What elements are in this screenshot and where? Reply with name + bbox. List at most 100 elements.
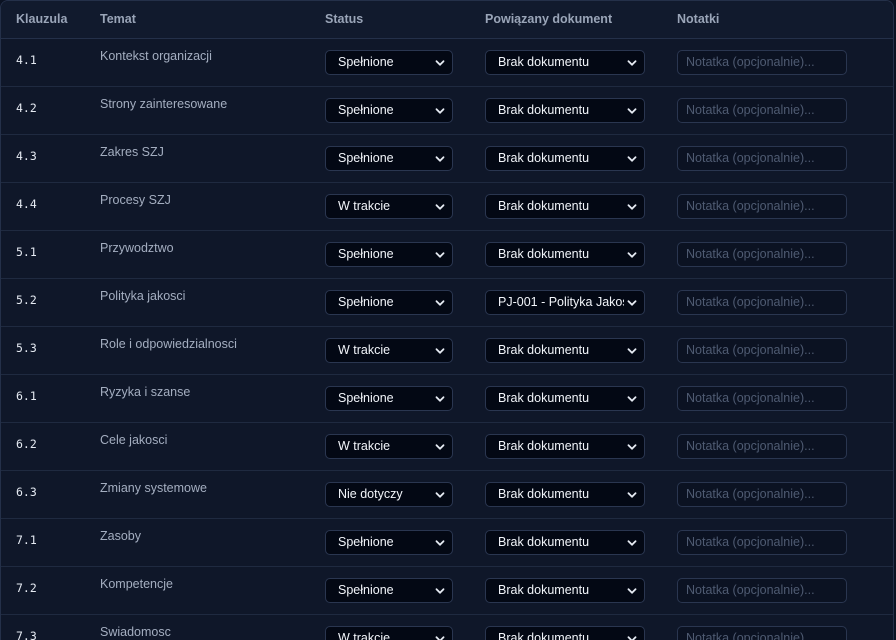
note-placeholder: Notatka (opcjonalnie)...: [686, 583, 815, 597]
table-row: 4.3 Zakres SZJ Spełnione Brak dokumentu Nota…: [1, 135, 893, 183]
table-row: 5.3 Role i odpowiedzialnosci W trakcie Brak…: [1, 327, 893, 375]
header-status: Status: [325, 12, 364, 26]
table-body: 4.1 Kontekst organizacji Spełnione Brak dok…: [1, 39, 893, 640]
note-input[interactable]: Notatka (opcjonalnie)...: [677, 194, 847, 219]
status-value: W trakcie: [338, 439, 391, 453]
document-select[interactable]: Brak dokumentu: [485, 98, 645, 123]
status-select[interactable]: Spełnione: [325, 578, 453, 603]
document-select[interactable]: Brak dokumentu: [485, 146, 645, 171]
chevron-down-icon: [435, 588, 445, 594]
note-input[interactable]: Notatka (opcjonalnie)...: [677, 386, 847, 411]
status-select[interactable]: Spełnione: [325, 98, 453, 123]
status-select[interactable]: W trakcie: [325, 338, 453, 363]
note-placeholder: Notatka (opcjonalnie)...: [686, 391, 815, 405]
document-value: Brak dokumentu: [498, 583, 590, 597]
chevron-down-icon: [435, 540, 445, 546]
clause-number: 6.3: [16, 485, 37, 499]
document-select[interactable]: Brak dokumentu: [485, 386, 645, 411]
note-input[interactable]: Notatka (opcjonalnie)...: [677, 578, 847, 603]
status-select[interactable]: Spełnione: [325, 386, 453, 411]
clause-number: 7.3: [16, 629, 37, 640]
chevron-down-icon: [627, 540, 637, 546]
document-select[interactable]: Brak dokumentu: [485, 434, 645, 459]
status-value: W trakcie: [338, 199, 391, 213]
topic-label: Cele jakosci: [100, 433, 168, 447]
chevron-down-icon: [627, 348, 637, 354]
document-select[interactable]: Brak dokumentu: [485, 530, 645, 555]
chevron-down-icon: [627, 444, 637, 450]
document-select[interactable]: Brak dokumentu: [485, 50, 645, 75]
clause-number: 6.1: [16, 389, 37, 403]
note-placeholder: Notatka (opcjonalnie)...: [686, 103, 815, 117]
document-select[interactable]: Brak dokumentu: [485, 194, 645, 219]
chevron-down-icon: [435, 348, 445, 354]
status-select[interactable]: Spełnione: [325, 530, 453, 555]
document-value: Brak dokumentu: [498, 631, 590, 640]
document-value: Brak dokumentu: [498, 391, 590, 405]
note-placeholder: Notatka (opcjonalnie)...: [686, 151, 815, 165]
topic-label: Zasoby: [100, 529, 141, 543]
chevron-down-icon: [627, 492, 637, 498]
topic-label: Przywodztwo: [100, 241, 174, 255]
status-select[interactable]: Spełnione: [325, 146, 453, 171]
note-input[interactable]: Notatka (opcjonalnie)...: [677, 50, 847, 75]
status-select[interactable]: Spełnione: [325, 50, 453, 75]
document-select[interactable]: Brak dokumentu: [485, 338, 645, 363]
document-select[interactable]: Brak dokumentu: [485, 482, 645, 507]
chevron-down-icon: [435, 636, 445, 640]
header-topic: Temat: [100, 12, 136, 26]
header-document: Powiązany dokument: [485, 12, 613, 26]
note-placeholder: Notatka (opcjonalnie)...: [686, 631, 815, 640]
status-select[interactable]: Nie dotyczy: [325, 482, 453, 507]
status-value: Spełnione: [338, 583, 394, 597]
table-header: Klauzula Temat Status Powiązany dokument…: [1, 1, 893, 39]
note-placeholder: Notatka (opcjonalnie)...: [686, 487, 815, 501]
note-input[interactable]: Notatka (opcjonalnie)...: [677, 482, 847, 507]
status-select[interactable]: W trakcie: [325, 434, 453, 459]
topic-label: Kontekst organizacji: [100, 49, 212, 63]
topic-label: Ryzyka i szanse: [100, 385, 191, 399]
note-placeholder: Notatka (opcjonalnie)...: [686, 439, 815, 453]
topic-label: Kompetencje: [100, 577, 173, 591]
status-select[interactable]: Spełnione: [325, 242, 453, 267]
document-value: Brak dokumentu: [498, 343, 590, 357]
document-select[interactable]: PJ-001 - Polityka Jakości: [485, 290, 645, 315]
compliance-table: Klauzula Temat Status Powiązany dokument…: [0, 0, 894, 640]
note-input[interactable]: Notatka (opcjonalnie)...: [677, 338, 847, 363]
document-select[interactable]: Brak dokumentu: [485, 242, 645, 267]
note-input[interactable]: Notatka (opcjonalnie)...: [677, 530, 847, 555]
document-select[interactable]: Brak dokumentu: [485, 578, 645, 603]
status-select[interactable]: W trakcie: [325, 626, 453, 640]
document-value: Brak dokumentu: [498, 487, 590, 501]
clause-number: 4.2: [16, 101, 37, 115]
topic-label: Zakres SZJ: [100, 145, 164, 159]
status-select[interactable]: Spełnione: [325, 290, 453, 315]
clause-number: 6.2: [16, 437, 37, 451]
chevron-down-icon: [435, 108, 445, 114]
note-input[interactable]: Notatka (opcjonalnie)...: [677, 626, 847, 640]
status-select[interactable]: W trakcie: [325, 194, 453, 219]
clause-number: 7.1: [16, 533, 37, 547]
topic-label: Polityka jakosci: [100, 289, 186, 303]
note-input[interactable]: Notatka (opcjonalnie)...: [677, 242, 847, 267]
chevron-down-icon: [627, 588, 637, 594]
document-value: Brak dokumentu: [498, 103, 590, 117]
note-input[interactable]: Notatka (opcjonalnie)...: [677, 146, 847, 171]
document-value: PJ-001 - Polityka Jakości: [498, 295, 624, 309]
document-select[interactable]: Brak dokumentu: [485, 626, 645, 640]
chevron-down-icon: [627, 156, 637, 162]
topic-label: Strony zainteresowane: [100, 97, 228, 111]
document-value: Brak dokumentu: [498, 199, 590, 213]
table-row: 4.4 Procesy SZJ W trakcie Brak dokumentu Not…: [1, 183, 893, 231]
clause-number: 5.3: [16, 341, 37, 355]
topic-label: Role i odpowiedzialnosci: [100, 337, 237, 351]
note-input[interactable]: Notatka (opcjonalnie)...: [677, 290, 847, 315]
clause-number: 4.4: [16, 197, 37, 211]
status-value: Spełnione: [338, 151, 394, 165]
note-input[interactable]: Notatka (opcjonalnie)...: [677, 434, 847, 459]
chevron-down-icon: [627, 60, 637, 66]
table-row: 6.3 Zmiany systemowe Nie dotyczy Brak dokum…: [1, 471, 893, 519]
note-input[interactable]: Notatka (opcjonalnie)...: [677, 98, 847, 123]
table-row: 7.1 Zasoby Spełnione Brak dokumentu Notatka …: [1, 519, 893, 567]
table-row: 5.2 Polityka jakosci Spełnione PJ-001 - Pol…: [1, 279, 893, 327]
